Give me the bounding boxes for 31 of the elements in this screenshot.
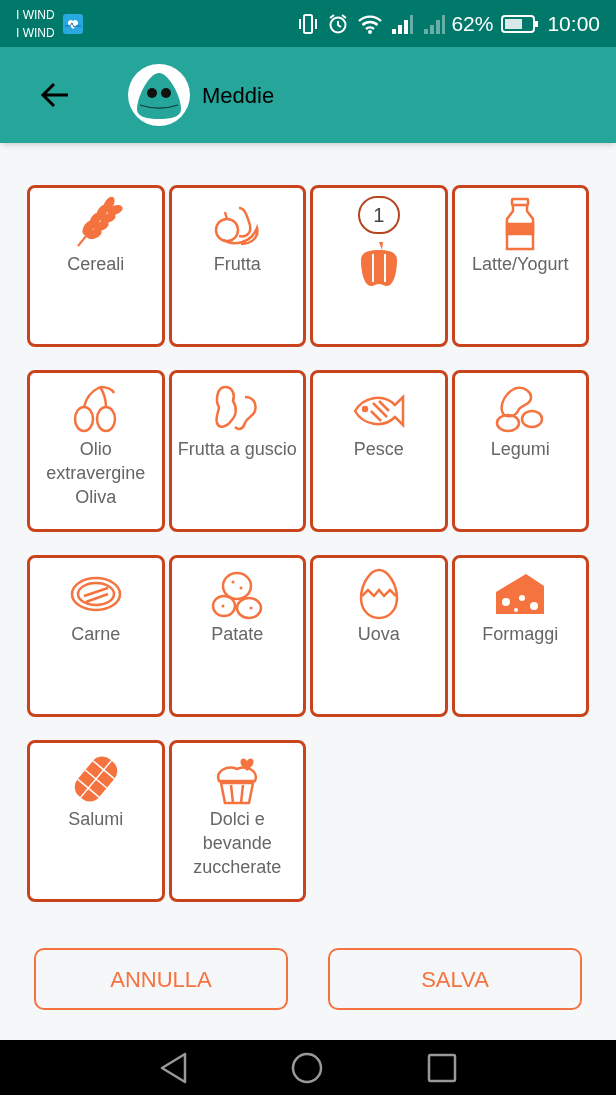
category-tile[interactable]: Dolci e bevande zuccherate bbox=[168, 740, 306, 902]
wifi-icon bbox=[357, 12, 384, 35]
heart-monitor-icon bbox=[62, 13, 83, 34]
category-tile[interactable]: Frutta bbox=[168, 185, 306, 347]
clock-time: 10:00 bbox=[547, 10, 600, 37]
signal-icon bbox=[423, 12, 448, 35]
back-arrow-icon bbox=[40, 82, 70, 108]
category-tile[interactable]: Frutta a guscio bbox=[168, 370, 306, 532]
carrier-label: I WIND bbox=[16, 24, 55, 42]
carrier-label: I WIND bbox=[16, 6, 55, 24]
back-nav-icon[interactable] bbox=[159, 1051, 187, 1084]
category-tile[interactable]: Formaggi bbox=[451, 555, 589, 717]
battery-icon bbox=[501, 13, 540, 34]
category-tile[interactable]: Olio extravergine Oliva bbox=[27, 370, 165, 532]
category-tile[interactable]: Salumi bbox=[27, 740, 165, 902]
category-tile[interactable]: Cereali bbox=[27, 185, 165, 347]
category-tile[interactable]: Patate bbox=[168, 555, 306, 717]
category-tile[interactable]: 1 bbox=[310, 185, 448, 347]
battery-percent: 62% bbox=[451, 10, 494, 37]
count-badge: 1 bbox=[357, 196, 400, 234]
home-nav-icon[interactable] bbox=[291, 1051, 323, 1084]
category-tile[interactable]: Legumi bbox=[451, 370, 589, 532]
category-tile[interactable]: Uova bbox=[310, 555, 448, 717]
vibrate-icon bbox=[297, 12, 320, 35]
category-tile[interactable]: Pesce bbox=[310, 370, 448, 532]
signal-icon bbox=[391, 12, 416, 35]
recents-nav-icon[interactable] bbox=[427, 1052, 457, 1083]
category-tile[interactable]: Latte/Yogurt bbox=[451, 185, 589, 347]
header-title: Meddie bbox=[202, 81, 275, 110]
category-tile[interactable]: Carne bbox=[27, 555, 165, 717]
mascot-icon bbox=[136, 71, 182, 119]
